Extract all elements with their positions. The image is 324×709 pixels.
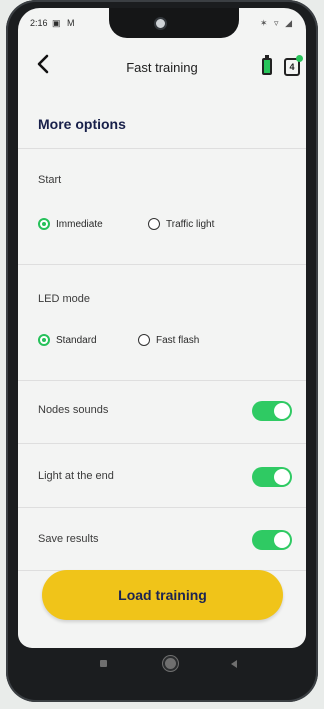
led-mode-label: LED mode <box>38 293 90 305</box>
light-at-end-label: Light at the end <box>38 470 114 482</box>
status-time: 2:16 <box>30 18 48 28</box>
section-title: More options <box>38 116 126 132</box>
radio-traffic-light[interactable]: Traffic light <box>148 218 214 230</box>
divider <box>18 264 306 265</box>
radio-selected-icon <box>38 334 50 346</box>
phone-frame: 2:16 ▣ M ✶ ▿ ◢ Fast training 4 More opti… <box>6 0 318 702</box>
signal-icons: ✶ ▿ ◢ <box>260 18 294 28</box>
toggle-knob <box>274 403 290 419</box>
radio-immediate[interactable]: Immediate <box>38 218 103 230</box>
radio-label: Immediate <box>56 218 103 230</box>
nodes-sounds-label: Nodes sounds <box>38 404 109 416</box>
home-icon[interactable] <box>165 658 176 669</box>
save-results-toggle[interactable] <box>252 530 292 550</box>
toggle-knob <box>274 532 290 548</box>
start-radio-group: Immediate Traffic light <box>38 218 306 238</box>
radio-unselected-icon <box>148 218 160 230</box>
radio-label: Standard <box>56 334 97 346</box>
divider <box>18 443 306 444</box>
notification-icons: ▣ M <box>52 18 77 28</box>
radio-label: Traffic light <box>166 218 215 230</box>
node-count: 4 <box>289 62 295 72</box>
recent-apps-icon[interactable] <box>100 660 107 667</box>
camera-notch <box>109 8 239 38</box>
radio-selected-icon <box>38 218 50 230</box>
load-training-button[interactable]: Load training <box>42 570 283 620</box>
divider <box>18 380 306 381</box>
radio-label: Fast flash <box>156 334 200 346</box>
back-triangle-icon[interactable] <box>231 660 237 668</box>
toggle-knob <box>274 469 290 485</box>
radio-standard[interactable]: Standard <box>38 334 97 346</box>
app-screen: 2:16 ▣ M ✶ ▿ ◢ Fast training 4 More opti… <box>18 8 306 648</box>
connection-status-badge <box>296 55 303 62</box>
radio-unselected-icon <box>138 334 150 346</box>
save-results-label: Save results <box>38 533 99 545</box>
start-label: Start <box>38 174 62 186</box>
divider <box>18 148 306 149</box>
battery-icon[interactable] <box>262 55 272 75</box>
camera-icon <box>154 17 167 30</box>
light-at-end-toggle[interactable] <box>252 467 292 487</box>
divider <box>18 507 306 508</box>
node-device-icon[interactable]: 4 <box>284 55 303 76</box>
system-nav-bar <box>6 640 318 684</box>
radio-fast-flash[interactable]: Fast flash <box>138 334 199 346</box>
led-mode-radio-group: Standard Fast flash <box>38 334 306 354</box>
nodes-sounds-toggle[interactable] <box>252 401 292 421</box>
top-nav: Fast training 4 <box>18 40 306 84</box>
